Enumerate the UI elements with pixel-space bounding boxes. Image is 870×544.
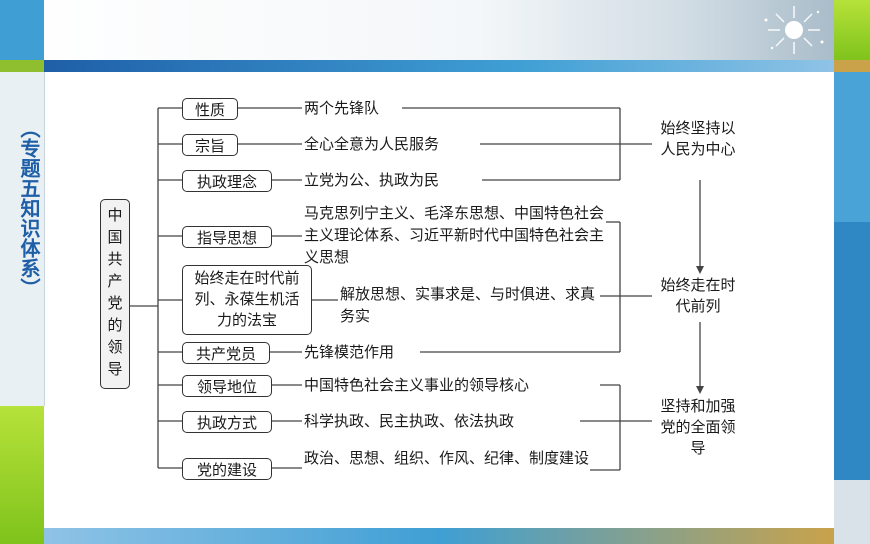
detail-text: 中国特色社会主义事业的领导核心 — [304, 376, 530, 394]
category-governance-mode: 执政方式 — [182, 411, 272, 433]
category-magic-weapon: 始终走在时代前列、永葆生机活力的法宝 — [182, 265, 312, 335]
category-guiding-thought: 指导思想 — [182, 226, 272, 248]
outcome-forefront: 始终走在时代前列 — [660, 276, 736, 315]
category-governing-philosophy: 执政理念 — [182, 170, 272, 192]
category-nature: 性质 — [182, 98, 238, 120]
detail-text: 科学执政、民主执政、依法执政 — [304, 412, 515, 430]
detail-text: 先锋模范作用 — [304, 343, 395, 361]
category-party-members: 共产党员 — [182, 342, 270, 364]
outcome-leadership: 坚持和加强党的全面领导 — [660, 397, 736, 457]
detail-text: 全心全意为人民服务 — [304, 135, 440, 153]
detail-text: 两个先锋队 — [304, 99, 380, 117]
detail-text: 解放思想、实事求是、与时俱进、求真务实 — [340, 285, 596, 325]
category-party-building: 党的建设 — [182, 458, 272, 480]
outcome-people-centered: 始终坚持以人民为中心 — [660, 119, 736, 158]
detail-text: 马克思列宁主义、毛泽东思想、中国特色社会主义理论体系、习近平新时代中国特色社会主… — [304, 204, 605, 266]
category-purpose: 宗旨 — [182, 134, 238, 156]
root-node: 中国共产党的领导 — [100, 199, 130, 389]
detail-text: 政治、思想、组织、作风、纪律、制度建设 — [304, 449, 590, 467]
category-leadership-status: 领导地位 — [182, 375, 272, 397]
detail-text: 立党为公、执政为民 — [304, 171, 440, 189]
